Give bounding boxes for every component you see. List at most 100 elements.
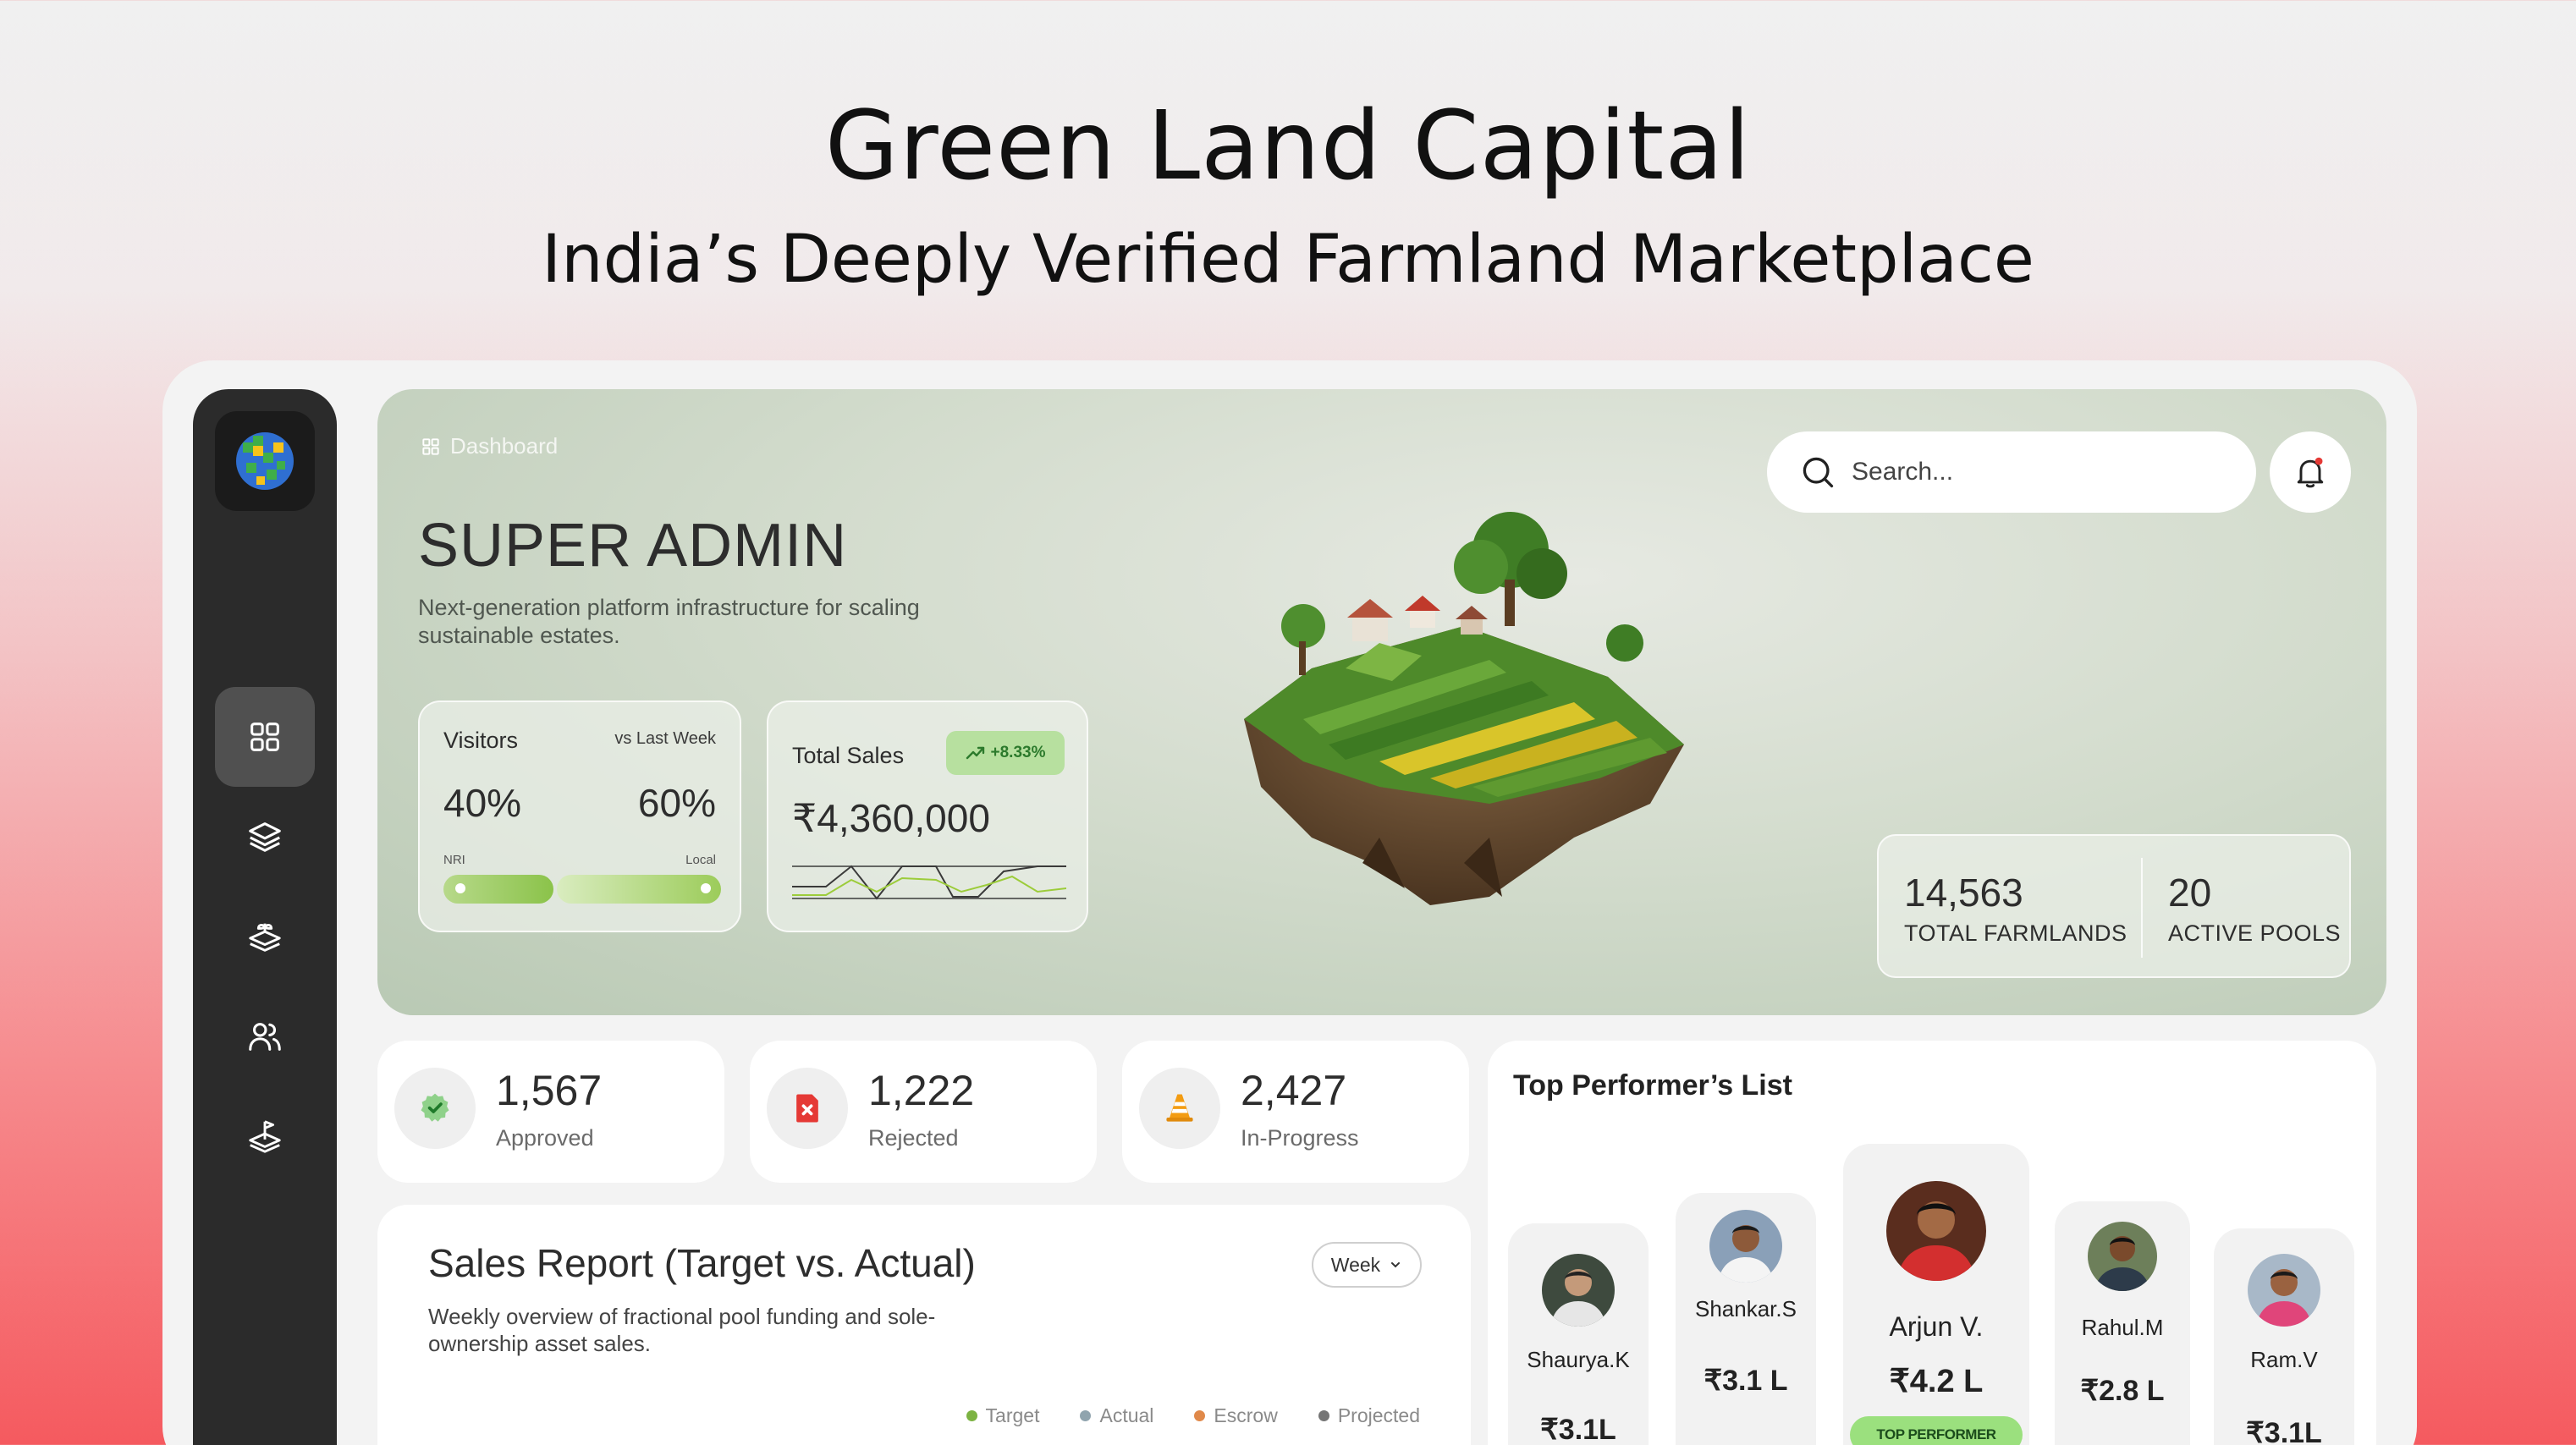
legend-dot xyxy=(1318,1410,1329,1421)
portfolio-stats: 14,563 TOTAL FARMLANDS 20 ACTIVE POOLS xyxy=(1877,834,2351,978)
visitors-nri-percent: 40% xyxy=(443,781,522,825)
bell-icon xyxy=(2297,457,2324,488)
sidebar-item-plots[interactable] xyxy=(215,1086,315,1186)
avatar xyxy=(2248,1254,2320,1327)
dashboard-description: Next-generation platform infrastructure … xyxy=(418,595,920,648)
trend-up-icon xyxy=(966,746,984,760)
sales-change-value: +8.33% xyxy=(990,744,1046,761)
search-bar[interactable] xyxy=(1767,431,2256,513)
top-performers-title: Top Performer’s List xyxy=(1513,1069,1792,1102)
kpi-in-progress-card[interactable]: 2,427 In-Progress xyxy=(1122,1041,1469,1183)
sales-sparkline xyxy=(792,865,1066,900)
total-sales-value: ₹4,360,000 xyxy=(792,796,990,840)
visitors-card: Visitors vs Last Week 40% 60% NRI Local xyxy=(418,701,741,932)
legend-item-target[interactable]: Target xyxy=(966,1404,1040,1427)
kpi-approved-label: Approved xyxy=(496,1125,594,1151)
performer-name: Shaurya.K xyxy=(1527,1347,1630,1372)
users-icon xyxy=(249,1023,281,1051)
notifications-button[interactable] xyxy=(2270,431,2351,513)
sales-report-title: Sales Report (Target vs. Actual) xyxy=(428,1241,976,1285)
floating-farmland-illustration xyxy=(1244,512,1684,905)
land-stack-icon xyxy=(249,923,281,952)
total-sales-card: Total Sales +8.33% ₹4,360,000 xyxy=(767,701,1088,932)
legend-label: Target xyxy=(985,1404,1040,1426)
performer-name: Shankar.S xyxy=(1695,1296,1797,1321)
performer-value: ₹4.2 L xyxy=(1889,1364,1984,1399)
visitors-local-bar xyxy=(557,875,721,904)
legend-label: Escrow xyxy=(1214,1404,1278,1426)
page-subtitle: India’s Deeply Verified Farmland Marketp… xyxy=(542,222,2034,298)
active-pools-label: ACTIVE POOLS xyxy=(2168,920,2342,946)
app-logo[interactable] xyxy=(215,411,315,511)
performer-value: ₹2.8 L xyxy=(2080,1375,2165,1407)
active-pools-value: 20 xyxy=(2168,871,2212,915)
legend-item-escrow[interactable]: Escrow xyxy=(1194,1404,1278,1427)
total-farmlands-value: 14,563 xyxy=(1904,871,2023,915)
total-farmlands-label: TOTAL FARMLANDS xyxy=(1904,920,2127,946)
legend-label: Projected xyxy=(1337,1404,1420,1426)
grid-icon xyxy=(422,437,439,455)
legend-dot xyxy=(966,1410,977,1421)
performer-card[interactable]: Shaurya.K ₹3.1L xyxy=(1508,1223,1649,1445)
legend-item-projected[interactable]: Projected xyxy=(1318,1404,1420,1427)
visitors-comparison: vs Last Week xyxy=(614,729,716,748)
globe-logo-icon xyxy=(236,432,294,490)
performer-name: Ram.V xyxy=(2250,1347,2318,1372)
sidebar-item-users[interactable] xyxy=(215,986,315,1086)
sales-report-description: Weekly overview of fractional pool fundi… xyxy=(428,1304,936,1356)
breadcrumb-label: Dashboard xyxy=(450,433,559,459)
legend-dot xyxy=(1080,1410,1092,1421)
search-input[interactable] xyxy=(1852,458,2207,486)
avatar xyxy=(1542,1254,1615,1327)
visitors-title: Visitors xyxy=(443,728,519,753)
avatar xyxy=(1886,1181,1986,1281)
page-title: Green Land Capital xyxy=(824,91,1752,201)
sales-change-badge: +8.33% xyxy=(946,731,1065,775)
kpi-approved-card[interactable]: 1,567 Approved xyxy=(377,1041,724,1183)
performer-card[interactable]: Shankar.S ₹3.1 L xyxy=(1676,1193,1816,1445)
performer-name: Arjun V. xyxy=(1889,1311,1984,1342)
nri-bar-dot xyxy=(455,883,465,893)
search-icon xyxy=(1803,457,1834,488)
kpi-icon-circle xyxy=(767,1068,848,1149)
kpi-in-progress-value: 2,427 xyxy=(1241,1067,1347,1114)
chevron-down-icon xyxy=(1391,1262,1401,1268)
sidebar-item-dashboard[interactable] xyxy=(215,687,315,787)
breadcrumb[interactable]: Dashboard xyxy=(420,433,558,459)
rejected-x-icon xyxy=(796,1094,818,1123)
total-sales-title: Total Sales xyxy=(792,743,905,768)
sales-report-legend: Target Actual Escrow Projected xyxy=(966,1404,1420,1427)
performer-value: ₹3.1 L xyxy=(1704,1365,1788,1397)
kpi-icon-circle xyxy=(394,1068,476,1149)
period-dropdown[interactable]: Week xyxy=(1312,1242,1422,1288)
dashboard-heading: SUPER ADMIN xyxy=(418,512,848,580)
avatar xyxy=(1709,1210,1782,1283)
top-performer-badge: TOP PERFORMER xyxy=(1850,1416,2023,1445)
kpi-rejected-value: 1,222 xyxy=(868,1067,975,1114)
verified-shield-icon xyxy=(421,1093,449,1122)
sidebar-item-lands[interactable] xyxy=(215,887,315,986)
period-dropdown-value: Week xyxy=(1330,1253,1381,1276)
sales-report-card: Sales Report (Target vs. Actual) Weekly … xyxy=(377,1205,1471,1445)
performer-value: ₹3.1L xyxy=(1540,1414,1616,1445)
performer-value: ₹3.1L xyxy=(2246,1417,2322,1445)
kpi-icon-circle xyxy=(1139,1068,1220,1149)
kpi-rejected-label: Rejected xyxy=(868,1125,959,1151)
sidebar-item-layers[interactable] xyxy=(215,787,315,887)
grid-icon xyxy=(250,722,279,751)
visitors-nri-label: NRI xyxy=(443,853,465,867)
performer-card[interactable]: Ram.V ₹3.1L xyxy=(2214,1228,2354,1445)
kpi-rejected-card[interactable]: 1,222 Rejected xyxy=(750,1041,1097,1183)
plot-flag-icon xyxy=(249,1120,281,1153)
visitors-local-label: Local xyxy=(685,853,716,867)
performer-card-top[interactable]: Arjun V. ₹4.2 L TOP PERFORMER xyxy=(1843,1144,2029,1445)
performer-name: Rahul.M xyxy=(2081,1315,2164,1340)
stats-divider xyxy=(2141,858,2143,958)
performer-card[interactable]: Rahul.M ₹2.8 L xyxy=(2055,1201,2190,1445)
top-performers-card: Top Performer’s List Shaurya.K ₹3.1L Sha… xyxy=(1488,1041,2376,1445)
kpi-in-progress-label: In-Progress xyxy=(1241,1125,1359,1151)
layers-icon xyxy=(249,822,281,852)
legend-label: Actual xyxy=(1099,1404,1154,1426)
visitors-local-percent: 60% xyxy=(637,781,716,825)
legend-item-actual[interactable]: Actual xyxy=(1080,1404,1153,1427)
